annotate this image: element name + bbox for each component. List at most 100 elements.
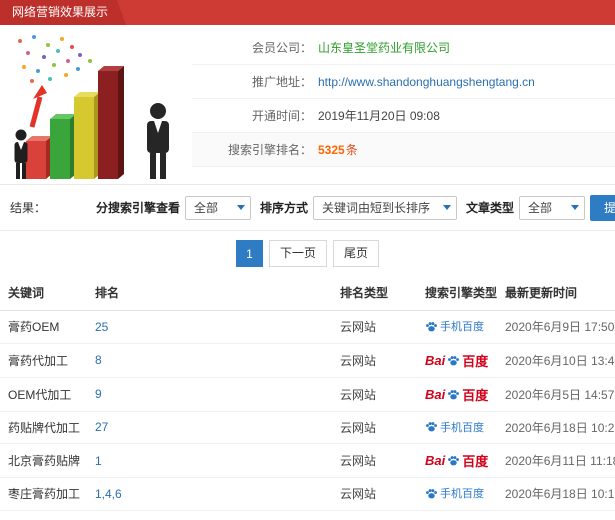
- keyword-cell: 医疗器械厂家: [0, 510, 87, 520]
- last-page-button[interactable]: 尾页: [333, 239, 380, 267]
- keyword-cell: 膏药代加工: [0, 343, 87, 378]
- keyword-cell: 膏药OEM: [0, 310, 87, 344]
- pagination: 1 下一页 尾页: [0, 231, 615, 275]
- engine-label: 百度: [462, 454, 489, 469]
- engine-label: 百度: [462, 353, 489, 369]
- rank-type-cell: 云网站: [332, 343, 417, 378]
- mobile-baidu-logo: 手机百度: [425, 419, 484, 435]
- chevron-down-icon: [442, 205, 451, 210]
- businessman-right-icon: [147, 103, 169, 179]
- company-label: 会员公司：: [251, 41, 312, 55]
- rank-cell: 27: [87, 411, 332, 444]
- growth-chart-image: [0, 25, 192, 184]
- company-fields: 会员公司： 山东皇圣堂药业有限公司 推广地址： http://www.shand…: [192, 25, 615, 184]
- engine-type-cell: Bai 百度: [417, 443, 497, 478]
- keyword-cell: 北京膏药贴牌: [0, 443, 87, 478]
- baidu-logo-text: Bai: [425, 453, 446, 468]
- table-row: 北京膏药贴牌 1 云网站 Bai 百度 2020年6月11日 11:18: [0, 443, 615, 478]
- field-rank-count: 搜索引擎排名： 5325 条: [192, 133, 615, 167]
- filter-controls: 分搜索引擎查看 全部 排序方式 关键词由短到长排序 文章类型 全部 提交: [92, 194, 615, 221]
- engine-filter-label: 分搜索引擎查看: [95, 201, 180, 215]
- updated-time-cell: 2020年5月29日 10:32: [497, 510, 615, 520]
- engine-label: 手机百度: [440, 321, 484, 333]
- engine-type-cell: 手机百度: [417, 310, 497, 344]
- up-arrow-icon: [29, 85, 47, 128]
- engine-type-cell: 手机百度: [417, 411, 497, 444]
- marketing-effect-page: 网络营销效果展示 会员公司： 山东皇圣堂药业有限公司 推广地址： http://…: [0, 0, 615, 520]
- rank-cell: 4: [87, 510, 332, 520]
- open-time-label: 开通时间：: [251, 109, 312, 123]
- field-url: 推广地址： http://www.shandonghuangshengtang.…: [192, 65, 615, 99]
- keyword-rank-table: 关键词 排名 排名类型 搜索引擎类型 最新更新时间 膏药OEM 25 云网站 手机百度…: [0, 275, 615, 520]
- url-label: 推广地址：: [251, 75, 312, 89]
- updated-time-cell: 2020年6月9日 17:50: [497, 310, 615, 344]
- mobile-baidu-logo: 手机百度: [425, 485, 484, 501]
- engine-select[interactable]: 全部: [184, 195, 251, 220]
- engine-type-cell: Bai百度: [417, 343, 497, 378]
- article-type-label: 文章类型: [465, 201, 514, 215]
- sort-select-value: 关键词由短到长排序: [321, 201, 430, 215]
- engine-type-cell: Bai百度: [417, 377, 497, 412]
- table-row: 药贴牌代加工 27 云网站 手机百度 2020年6月18日 10:25: [0, 411, 615, 444]
- col-header-rank-type: 排名类型: [332, 275, 417, 311]
- field-company: 会员公司： 山东皇圣堂药业有限公司: [192, 31, 615, 65]
- field-open-time: 开通时间： 2019年11月20日 09:08: [192, 99, 615, 133]
- keyword-cell: 枣庄膏药加工: [0, 477, 87, 511]
- rank-type-cell: 云网站: [332, 477, 417, 511]
- confetti-dots: [18, 35, 92, 83]
- table-row: 枣庄膏药加工 1,4,6 云网站 手机百度 2020年6月18日 10:19: [0, 477, 615, 511]
- keyword-cell: 药贴牌代加工: [0, 411, 87, 444]
- table-row: 医疗器械厂家4云网站Bai百度2020年5月29日 10:32: [0, 510, 615, 520]
- rank-count-suffix: 条: [345, 143, 358, 157]
- next-page-button[interactable]: 下一页: [268, 239, 327, 267]
- col-header-engine-type: 搜索引擎类型: [417, 275, 497, 311]
- baidu-logo: Bai 百度: [425, 351, 488, 370]
- page-title: 网络营销效果展示: [0, 0, 126, 25]
- table-header-row: 关键词 排名 排名类型 搜索引擎类型 最新更新时间: [0, 275, 615, 311]
- engine-type-cell: 手机百度: [417, 477, 497, 511]
- col-header-rank: 排名: [87, 275, 332, 311]
- baidu-logo: Bai 百度: [425, 451, 488, 470]
- businessman-left-icon: [14, 129, 28, 179]
- updated-time-cell: 2020年6月11日 11:18: [497, 443, 615, 478]
- col-header-keyword: 关键词: [0, 275, 87, 311]
- submit-button[interactable]: 提交: [589, 194, 615, 221]
- table-row: 膏药OEM 25 云网站 手机百度 2020年6月9日 17:50: [0, 310, 615, 344]
- engine-label: 百度: [462, 387, 489, 403]
- updated-time-cell: 2020年6月18日 10:25: [497, 411, 615, 444]
- sort-select[interactable]: 关键词由短到长排序: [312, 195, 457, 220]
- filter-bar: 结果： 分搜索引擎查看 全部 排序方式 关键词由短到长排序 文章类型 全部 提交: [0, 185, 615, 231]
- title-bar: 网络营销效果展示: [0, 0, 615, 25]
- rank-cell: 9: [87, 377, 332, 412]
- baidu-paw-icon: [448, 389, 460, 399]
- sort-filter-label: 排序方式: [259, 201, 308, 215]
- article-type-select[interactable]: 全部: [518, 195, 585, 220]
- table-row: 膏药代加工 8 云网站 Bai 百度 2020年6月10日 13:40: [0, 343, 615, 378]
- keyword-cell: OEM代加工: [0, 377, 87, 412]
- baidu-paw-icon: [448, 456, 460, 466]
- rank-cell: 1,4,6: [87, 477, 332, 511]
- rank-type-cell: 云网站: [332, 310, 417, 344]
- article-type-value: 全部: [527, 201, 552, 215]
- page-number-current[interactable]: 1: [235, 239, 263, 267]
- engine-type-cell: Bai百度: [417, 510, 497, 520]
- company-info-section: 会员公司： 山东皇圣堂药业有限公司 推广地址： http://www.shand…: [0, 25, 615, 185]
- bars: [26, 66, 124, 179]
- rank-type-cell: 云网站: [332, 443, 417, 478]
- table-row: OEM代加工 9 云网站 Bai 百度 2020年6月5日 14:57: [0, 377, 615, 412]
- promotion-url-link[interactable]: http://www.shandonghuangshengtang.cn: [312, 75, 535, 89]
- rank-type-cell: 云网站: [332, 510, 417, 520]
- updated-time-cell: 2020年6月5日 14:57: [497, 377, 615, 412]
- engine-label: 手机百度: [440, 421, 484, 434]
- rank-cell: 1: [87, 443, 332, 478]
- chevron-down-icon: [570, 205, 579, 210]
- baidu-paw-icon: [448, 355, 460, 365]
- rank-type-cell: 云网站: [332, 377, 417, 412]
- mobile-baidu-logo: 手机百度: [425, 318, 484, 334]
- baidu-logo: Bai 百度: [425, 385, 488, 404]
- baidu-paw-icon: [426, 488, 437, 498]
- engine-select-value: 全部: [193, 201, 218, 215]
- rank-count-value: 5325: [318, 142, 345, 157]
- updated-time-cell: 2020年6月10日 13:40: [497, 343, 615, 378]
- bar-chart-graphic: [14, 35, 169, 179]
